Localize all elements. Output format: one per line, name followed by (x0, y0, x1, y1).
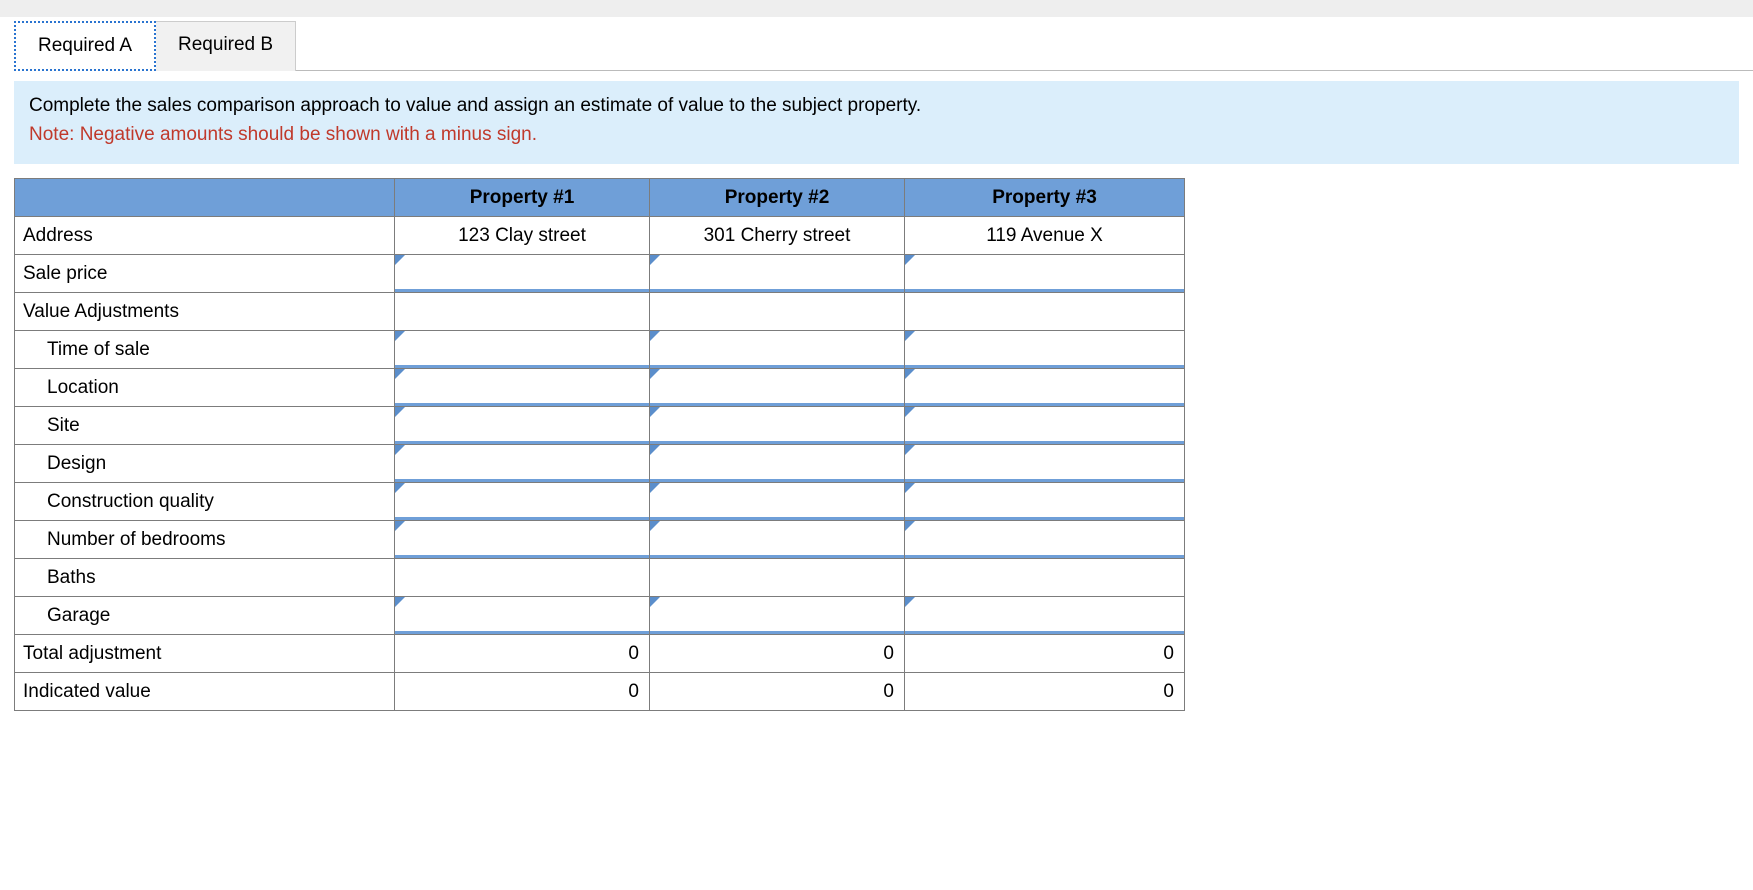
comparison-table: Property #1 Property #2 Property #3 Addr… (14, 178, 1185, 711)
cell-sale-price-p2[interactable] (650, 255, 905, 293)
cell-indicated-p3: 0 (905, 673, 1185, 711)
row-time-of-sale: Time of sale (15, 331, 1185, 369)
cell-design-p2[interactable] (650, 445, 905, 483)
table-header-row: Property #1 Property #2 Property #3 (15, 179, 1185, 217)
row-site: Site (15, 407, 1185, 445)
row-bedrooms: Number of bedrooms (15, 521, 1185, 559)
cell-address-p2: 301 Cherry street (650, 217, 905, 255)
cell-site-p2[interactable] (650, 407, 905, 445)
label-site: Site (15, 407, 395, 445)
cell-quality-p1[interactable] (395, 483, 650, 521)
top-strip (0, 0, 1753, 17)
cell-design-p3[interactable] (905, 445, 1185, 483)
cell-indicated-p2: 0 (650, 673, 905, 711)
cell-location-p2[interactable] (650, 369, 905, 407)
cell-garage-p2[interactable] (650, 597, 905, 635)
row-total-adjustment: Total adjustment 0 0 0 (15, 635, 1185, 673)
label-bedrooms: Number of bedrooms (15, 521, 395, 559)
cell-garage-p1[interactable] (395, 597, 650, 635)
cell-total-p2: 0 (650, 635, 905, 673)
instructions-text: Complete the sales comparison approach t… (29, 95, 921, 116)
cell-va-p3 (905, 293, 1185, 331)
tab-required-a[interactable]: Required A (14, 21, 156, 71)
cell-address-p3: 119 Avenue X (905, 217, 1185, 255)
cell-va-p2 (650, 293, 905, 331)
row-location: Location (15, 369, 1185, 407)
cell-time-p1[interactable] (395, 331, 650, 369)
header-p2: Property #2 (650, 179, 905, 217)
label-garage: Garage (15, 597, 395, 635)
label-sale-price: Sale price (15, 255, 395, 293)
label-construction-quality: Construction quality (15, 483, 395, 521)
label-design: Design (15, 445, 395, 483)
cell-bedrooms-p2[interactable] (650, 521, 905, 559)
tab-bar: Required A Required B (14, 21, 1753, 71)
cell-baths-p3 (905, 559, 1185, 597)
cell-location-p3[interactable] (905, 369, 1185, 407)
header-p3: Property #3 (905, 179, 1185, 217)
row-sale-price: Sale price (15, 255, 1185, 293)
row-address: Address 123 Clay street 301 Cherry stree… (15, 217, 1185, 255)
row-indicated-value: Indicated value 0 0 0 (15, 673, 1185, 711)
row-design: Design (15, 445, 1185, 483)
cell-quality-p3[interactable] (905, 483, 1185, 521)
cell-baths-p1 (395, 559, 650, 597)
cell-design-p1[interactable] (395, 445, 650, 483)
cell-total-p1: 0 (395, 635, 650, 673)
cell-time-p2[interactable] (650, 331, 905, 369)
instructions-note: Note: Negative amounts should be shown w… (29, 124, 537, 145)
cell-indicated-p1: 0 (395, 673, 650, 711)
label-location: Location (15, 369, 395, 407)
header-p1: Property #1 (395, 179, 650, 217)
cell-garage-p3[interactable] (905, 597, 1185, 635)
label-baths: Baths (15, 559, 395, 597)
label-value-adjustments: Value Adjustments (15, 293, 395, 331)
cell-sale-price-p3[interactable] (905, 255, 1185, 293)
cell-bedrooms-p3[interactable] (905, 521, 1185, 559)
label-indicated-value: Indicated value (15, 673, 395, 711)
row-baths: Baths (15, 559, 1185, 597)
label-total-adjustment: Total adjustment (15, 635, 395, 673)
cell-total-p3: 0 (905, 635, 1185, 673)
cell-address-p1: 123 Clay street (395, 217, 650, 255)
cell-site-p1[interactable] (395, 407, 650, 445)
row-construction-quality: Construction quality (15, 483, 1185, 521)
cell-baths-p2 (650, 559, 905, 597)
row-value-adjustments: Value Adjustments (15, 293, 1185, 331)
label-time-of-sale: Time of sale (15, 331, 395, 369)
cell-time-p3[interactable] (905, 331, 1185, 369)
cell-bedrooms-p1[interactable] (395, 521, 650, 559)
cell-location-p1[interactable] (395, 369, 650, 407)
row-garage: Garage (15, 597, 1185, 635)
instructions-panel: Complete the sales comparison approach t… (14, 81, 1739, 164)
cell-site-p3[interactable] (905, 407, 1185, 445)
cell-quality-p2[interactable] (650, 483, 905, 521)
cell-va-p1 (395, 293, 650, 331)
label-address: Address (15, 217, 395, 255)
tab-required-b[interactable]: Required B (156, 21, 296, 71)
cell-sale-price-p1[interactable] (395, 255, 650, 293)
header-blank (15, 179, 395, 217)
